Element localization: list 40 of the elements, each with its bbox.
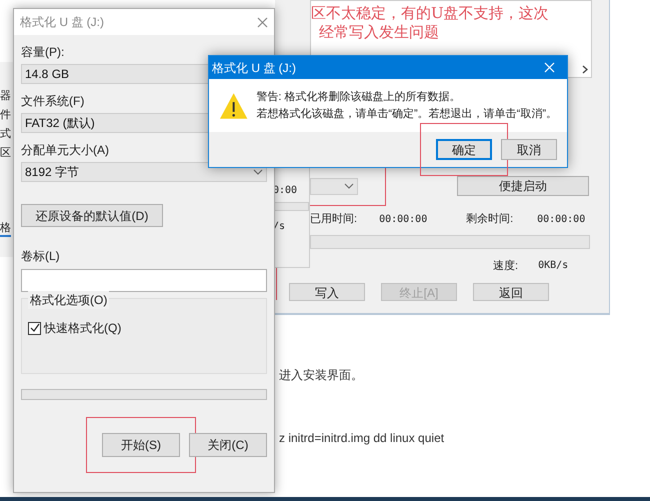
remaining-label: 剩余时间:	[466, 212, 514, 227]
volume-label-field[interactable]	[21, 269, 267, 292]
field-label: 卷标(L)	[21, 248, 60, 265]
checkbox-label: 快速格式化(Q)	[44, 320, 122, 337]
scroll-right-icon[interactable]	[582, 65, 588, 74]
checkmark-icon	[30, 323, 40, 333]
side-label: 区	[0, 147, 11, 160]
chevron-down-icon	[253, 169, 263, 175]
window-title: 格式化 U 盘 (J:)	[20, 14, 104, 31]
dialog-button[interactable]: 取消	[501, 139, 557, 160]
field-label: 分配单元大小(A)	[21, 142, 109, 159]
quick-boot-button[interactable]: 便捷启动	[457, 176, 589, 196]
annotation-text: 经常写入发生问题	[318, 23, 440, 42]
warning-message: 警告: 格式化将删除该磁盘上的所有数据。	[256, 90, 462, 104]
dialog-button[interactable]: 开始(S)	[102, 433, 180, 457]
article-text: 进入安装界面。	[279, 367, 364, 384]
dialog-button[interactable]: 确定	[436, 138, 492, 160]
close-icon[interactable]	[257, 16, 268, 28]
action-button[interactable]: 返回	[473, 283, 549, 301]
speed-value: 0KB/s	[538, 259, 568, 274]
action-button[interactable]: 写入	[289, 283, 365, 301]
side-label: 式	[0, 128, 11, 141]
remaining-time: 00:00:00	[537, 212, 586, 227]
chevron-down-icon	[344, 183, 354, 189]
dialog-button[interactable]: 关闭(C)	[189, 433, 267, 457]
field-label: 容量(P):	[21, 44, 64, 61]
elapsed-label: 已用时间:	[310, 212, 358, 227]
speed-label: 速度:	[493, 258, 518, 274]
restore-defaults-button[interactable]: 还原设备的默认值(D)	[21, 204, 163, 227]
side-label: 件	[0, 109, 11, 122]
annotation-text: 区不太稳定，有的U盘不支持，这次	[311, 4, 549, 23]
side-label: 格	[0, 222, 11, 237]
warning-icon	[219, 92, 248, 120]
elapsed-time: 00:00:00	[379, 212, 428, 227]
dropdown[interactable]: 8192 字节	[21, 162, 267, 182]
checkbox[interactable]	[28, 322, 41, 334]
side-label: 器	[0, 90, 11, 103]
article-text: z initrd=initrd.img dd linux quiet	[279, 430, 444, 447]
field-label: 文件系统(F)	[21, 93, 84, 110]
group-title: 格式化选项(O)	[28, 291, 110, 309]
